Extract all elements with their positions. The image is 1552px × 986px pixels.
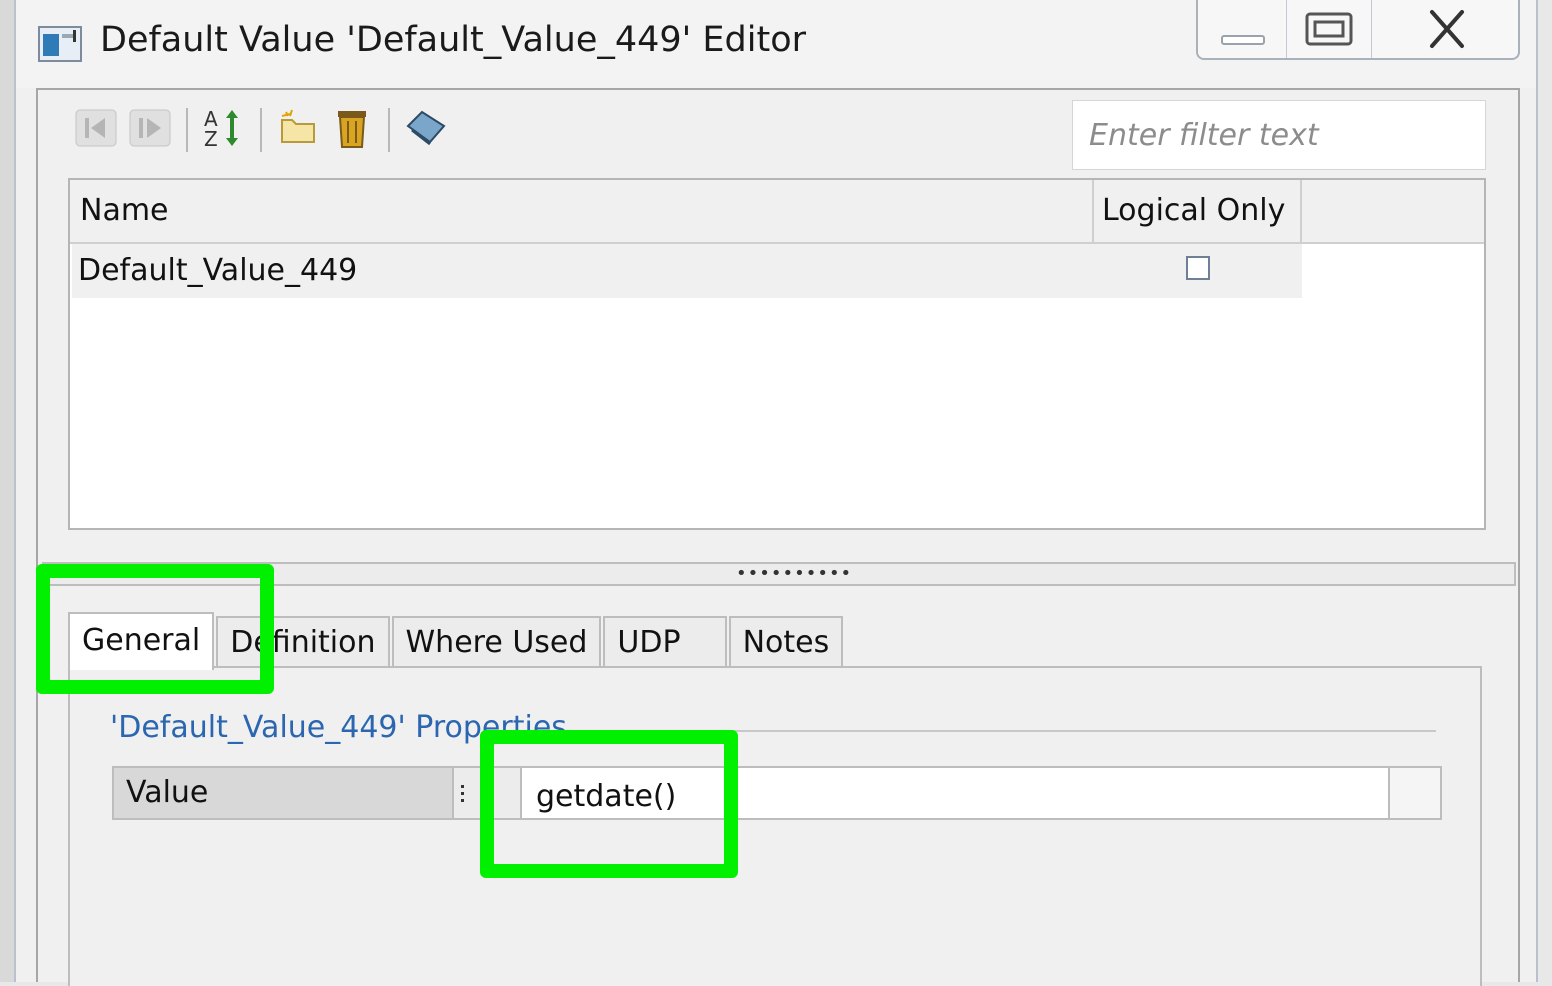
tag-icon	[404, 108, 448, 152]
tab-notes[interactable]: Notes	[728, 616, 844, 668]
value-grid: Name Logical Only Default_Value_449	[68, 178, 1486, 530]
delete-button[interactable]	[328, 106, 376, 154]
general-panel: 'Default_Value_449' Properties Value	[68, 666, 1482, 986]
column-resize-handle[interactable]	[454, 768, 470, 818]
panel-splitter[interactable]: ••••••••••	[42, 562, 1516, 586]
close-button[interactable]	[1372, 0, 1522, 58]
properties-title: 'Default_Value_449' Properties	[110, 710, 567, 745]
window-controls	[1196, 0, 1520, 60]
property-editor-button[interactable]	[1390, 768, 1440, 818]
section-divider	[596, 730, 1436, 732]
maximize-icon	[1287, 12, 1371, 64]
tab-general[interactable]: General	[68, 612, 215, 670]
editor-content: AZ Enter filter text Name Logical Only D…	[36, 88, 1520, 986]
sort-button[interactable]: AZ	[200, 106, 248, 154]
tab-definition[interactable]: Definition	[216, 616, 390, 668]
filter-input[interactable]	[1073, 101, 1485, 169]
toolbar-separator	[186, 108, 188, 152]
tag-button[interactable]	[402, 106, 450, 154]
svg-text:Z: Z	[204, 127, 218, 150]
first-record-icon	[75, 108, 117, 152]
property-value-field[interactable]	[522, 768, 1390, 818]
first-record-button[interactable]	[72, 106, 120, 154]
maximize-button[interactable]	[1287, 0, 1372, 58]
next-record-icon	[129, 108, 171, 152]
grid-header: Name Logical Only	[70, 180, 1484, 244]
next-record-button[interactable]	[126, 106, 174, 154]
close-icon	[1372, 10, 1522, 64]
property-spacer	[470, 768, 522, 818]
splitter-grip-icon: ••••••••••	[736, 563, 853, 584]
new-item-button[interactable]	[274, 106, 322, 154]
property-row: Value	[112, 766, 1442, 820]
column-header-logical-only[interactable]: Logical Only	[1094, 180, 1302, 242]
tab-where-used[interactable]: Where Used	[391, 616, 602, 668]
toolbar-separator	[388, 108, 390, 152]
delete-icon	[334, 107, 370, 153]
value-input[interactable]	[522, 768, 1388, 818]
title-bar: Default Value 'Default_Value_449' Editor	[16, 0, 1536, 88]
property-label: Value	[114, 768, 454, 818]
background-window-edge	[0, 0, 14, 982]
sort-az-icon: AZ	[202, 106, 246, 154]
minimize-button[interactable]	[1198, 0, 1287, 58]
row-name-cell[interactable]: Default_Value_449	[78, 244, 357, 298]
logical-only-checkbox[interactable]	[1186, 256, 1210, 280]
window-title: Default Value 'Default_Value_449' Editor	[100, 20, 806, 60]
filter-field[interactable]	[1072, 100, 1486, 170]
tab-udp[interactable]: UDP	[603, 616, 727, 668]
tab-bar: General Definition Where Used UDP Notes	[68, 612, 845, 670]
new-item-icon	[278, 108, 318, 152]
column-header-name[interactable]: Name	[70, 180, 1094, 242]
table-row[interactable]: Default_Value_449	[72, 244, 1302, 298]
editor-window: Default Value 'Default_Value_449' Editor	[14, 0, 1538, 986]
toolbar-separator	[260, 108, 262, 152]
app-window-icon	[38, 26, 82, 62]
minimize-icon	[1198, 35, 1286, 64]
toolbar: AZ	[72, 106, 450, 154]
